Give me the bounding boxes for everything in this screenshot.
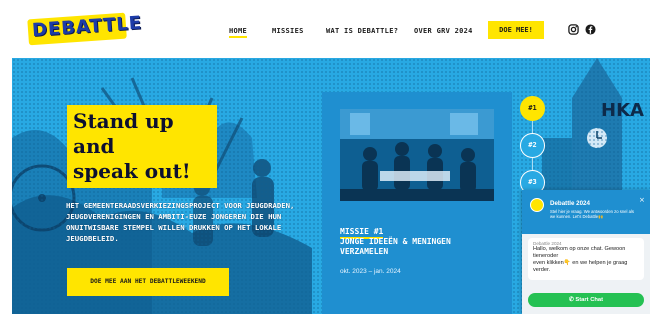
facebook-icon[interactable] xyxy=(585,24,596,35)
hero-description: HET GEMEENTERAADSVERKIEZINGSPROJECT VOOR… xyxy=(66,201,295,243)
chat-message-line1: Hallo, welkom op onze chat. Gewoon xyxy=(533,246,626,252)
nav-item-missies[interactable]: MISSIES xyxy=(272,27,304,35)
start-chat-label: Start Chat xyxy=(575,297,604,303)
mission-date: okt. 2023 – jan. 2024 xyxy=(340,268,401,275)
chat-title: Debattle 2024 xyxy=(550,200,590,207)
background-sign-text: HKA xyxy=(601,100,644,121)
nav-item-wat-is-debattle[interactable]: WAT IS DEBATTLE? xyxy=(326,27,398,35)
nav-item-home[interactable]: HOME xyxy=(229,27,248,38)
pagination-item-2[interactable]: #2 xyxy=(520,133,545,158)
chat-subtitle-line2: we kunnen. Let's Debattle🙌 xyxy=(550,214,604,220)
close-icon[interactable]: × xyxy=(639,196,645,204)
hero-headline-line2: speak out! xyxy=(73,159,191,183)
debattle-logo[interactable]: DEBATTLE xyxy=(27,11,143,46)
hero-headline-line1: Stand up and xyxy=(73,109,174,158)
start-chat-button[interactable]: ✆ Start Chat xyxy=(528,293,644,307)
chat-subtitle: Stel hier je vraag. We antwoorden zo sne… xyxy=(550,209,646,220)
mission-photo xyxy=(340,109,494,201)
pagination-item-1[interactable]: #1 xyxy=(520,96,545,121)
chat-message-line2: tieneroder xyxy=(533,253,559,259)
doe-mee-button[interactable]: DOE MEE! xyxy=(488,21,544,39)
site-header: DEBATTLE HOME MISSIES WAT IS DEBATTLE? O… xyxy=(0,0,650,58)
mission-card[interactable] xyxy=(322,92,512,314)
chat-message-line3: even klikken👇 en we helpen je graag xyxy=(533,260,628,266)
chat-message-line4: verder. xyxy=(533,267,551,273)
hero-headline: Stand up and speak out! xyxy=(67,105,217,188)
chat-header: Debattle 2024 Stel hier je vraag. We ant… xyxy=(522,190,650,234)
chat-body: Debattle 2024 Hallo, welkom op onze chat… xyxy=(522,234,650,314)
nav-item-over-grv-2024[interactable]: OVER GRV 2024 xyxy=(414,27,473,35)
debattleweekend-button[interactable]: DOE MEE AAN HET DEBATTLEWEEKEND xyxy=(67,268,229,296)
mission-title[interactable]: JONGE IDEEËN & MENINGEN VERZAMELEN xyxy=(340,237,500,257)
chat-widget: Debattle 2024 Stel hier je vraag. We ant… xyxy=(522,190,650,314)
chat-avatar xyxy=(530,198,544,212)
chat-message-bubble: Debattle 2024 Hallo, welkom op onze chat… xyxy=(528,238,644,280)
instagram-icon[interactable] xyxy=(568,24,579,35)
